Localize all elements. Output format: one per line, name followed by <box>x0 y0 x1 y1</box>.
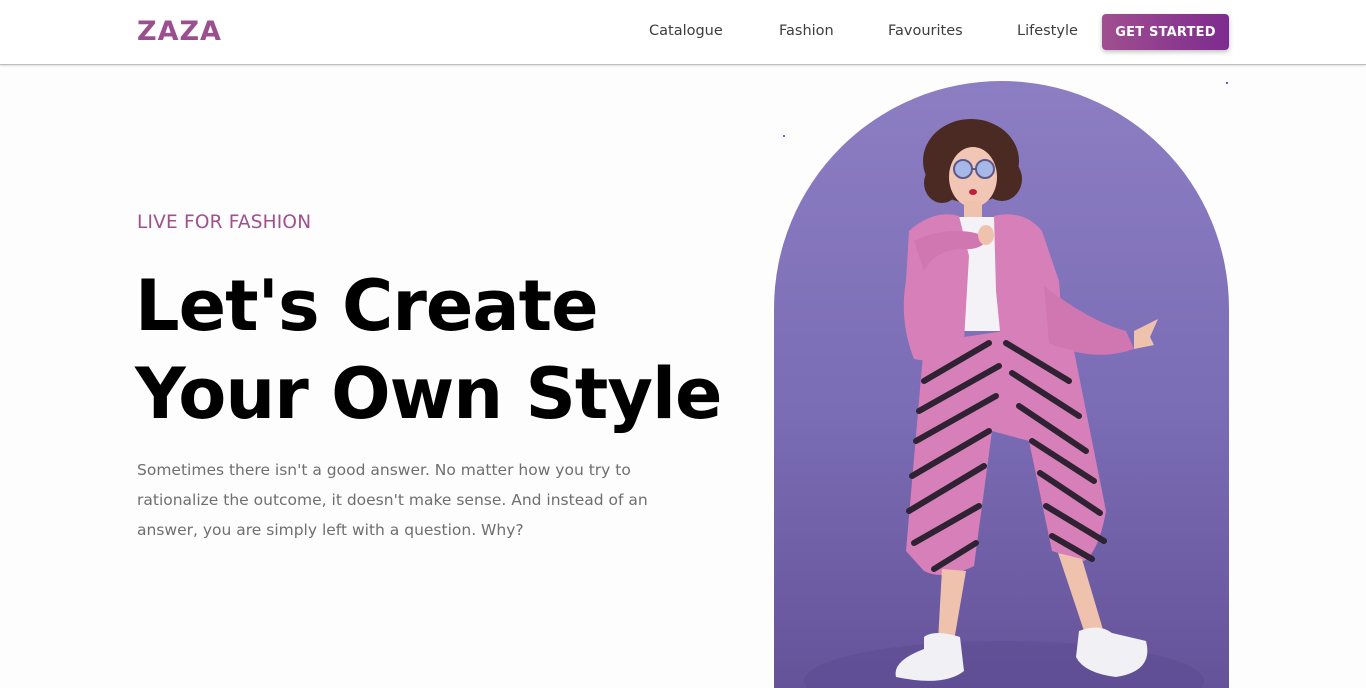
headline-line-1: Let's Create <box>135 265 599 347</box>
nav-link-fashion[interactable]: Fashion <box>779 23 834 39</box>
nav-link-lifestyle[interactable]: Lifestyle <box>1017 23 1078 39</box>
headline-line-2: Your Own Style <box>135 353 722 435</box>
top-navbar: ZAZA Catalogue Fashion Favourites Lifest… <box>0 0 1366 65</box>
nav-link-favourites[interactable]: Favourites <box>888 23 963 39</box>
hero-eyebrow: LIVE FOR FASHION <box>137 212 312 233</box>
brand-logo[interactable]: ZAZA <box>137 16 222 47</box>
hero-headline: Let's Create Your Own Style <box>135 262 735 438</box>
hero-description: Sometimes there isn't a good answer. No … <box>137 461 648 539</box>
get-started-button[interactable]: GET STARTED <box>1102 14 1229 50</box>
nav-link-catalogue[interactable]: Catalogue <box>649 23 723 39</box>
hero-image <box>774 81 1229 688</box>
fashion-model-illustration <box>804 119 1204 688</box>
